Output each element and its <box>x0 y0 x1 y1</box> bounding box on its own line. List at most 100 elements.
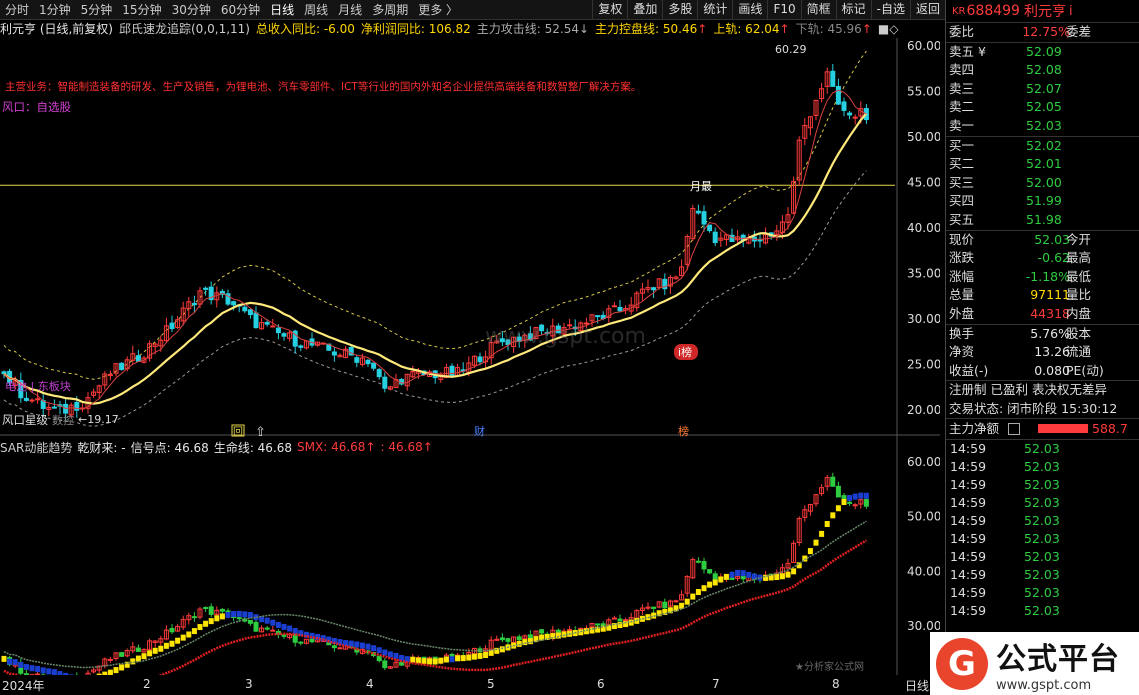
sar-block <box>158 645 164 652</box>
infobar-tail-icons[interactable]: ■◇ <box>878 22 899 36</box>
event-hui[interactable]: 回 <box>233 426 243 438</box>
tick-price: 52.03 <box>1024 585 1060 601</box>
toolbar-button-8[interactable]: -自选 <box>870 0 910 19</box>
stat2-value: 5.76% <box>1030 325 1070 341</box>
bids-row-2[interactable]: 买三 52.00 <box>946 174 1139 193</box>
sar-block <box>203 620 209 627</box>
toolbar-button-1[interactable]: 叠加 <box>627 0 662 19</box>
tick-row-5: 14:59 52.03 <box>946 530 1139 548</box>
candle-body <box>298 345 304 348</box>
candle-body <box>449 365 455 377</box>
period-tab-6[interactable]: 日线 <box>268 1 296 18</box>
list-icon[interactable] <box>1008 423 1020 436</box>
lower-candle-body <box>595 623 601 626</box>
toolbar-button-3[interactable]: 统计 <box>697 0 732 19</box>
lower-axis-label: 50.00 <box>907 510 940 524</box>
gspt-logo: G 公式平台 www.gspt.com <box>930 632 1139 695</box>
sar-block <box>807 548 813 555</box>
stat2-label-2: 流通 <box>1066 344 1092 360</box>
sar-name[interactable]: SAR动能趋势 <box>0 439 72 456</box>
period-tab-4[interactable]: 30分钟 <box>170 1 213 18</box>
stat2-row-2: 收益(-) 0.080 PE(动) <box>946 362 1139 381</box>
asks-row-4[interactable]: 卖一 52.03 <box>946 117 1139 136</box>
indicator-name[interactable]: 邱氏速龙追踪(0,0,1,11) <box>119 20 250 37</box>
tick-price: 52.03 <box>1024 441 1060 457</box>
period-tab-9[interactable]: 多周期 <box>370 1 410 18</box>
profit-yoy: 净利润同比: 106.82 <box>360 22 471 36</box>
toolbar-button-2[interactable]: 多股 <box>662 0 697 19</box>
bids-row-0[interactable]: 买一 52.02 <box>946 137 1139 156</box>
lower-candle-body <box>863 499 869 507</box>
asks-row-2[interactable]: 卖三 52.07 <box>946 80 1139 99</box>
upper-axis-label: 40.00 <box>907 221 940 235</box>
dragon-tag[interactable]: i榜 <box>678 345 692 359</box>
upper-axis-label: 50.00 <box>907 130 940 144</box>
period-tab-5[interactable]: 60分钟 <box>219 1 262 18</box>
upper-arrow: ↑ <box>779 21 790 36</box>
stat-row-0: 现价 52.03 今开 <box>946 231 1139 250</box>
month-tag: 月最 <box>690 180 712 193</box>
stock-title[interactable]: 利元亨 (日线,前复权) <box>0 20 113 37</box>
tick-row-4: 14:59 52.03 <box>946 512 1139 530</box>
bids-row-1[interactable]: 买二 52.01 <box>946 155 1139 174</box>
candle-body <box>107 374 113 377</box>
event-bang[interactable]: 榜 <box>678 424 689 438</box>
sar-block <box>12 659 18 666</box>
info-icon[interactable]: i <box>1069 4 1073 19</box>
sar-block <box>438 657 444 664</box>
candle-body <box>275 327 281 334</box>
lower-candle-body <box>847 501 853 504</box>
lower-candle-body <box>505 638 511 642</box>
toolbar-button-9[interactable]: 返回 <box>909 0 945 19</box>
sar-block <box>7 658 13 665</box>
upper-axis-label: 20.00 <box>907 403 940 417</box>
fengkou-text: 风口：自选股 <box>2 100 71 114</box>
asks-row-0[interactable]: 卖五 ¥ 52.09 <box>946 43 1139 62</box>
candle-body <box>852 116 858 119</box>
toolbar-button-0[interactable]: 复权 <box>592 0 627 19</box>
toolbar-button-5[interactable]: F10 <box>767 0 800 19</box>
bids-price: 52.02 <box>1026 137 1062 153</box>
tick-row-2: 14:59 52.03 <box>946 476 1139 494</box>
stat-row-2: 涨幅 -1.18% 最低 <box>946 268 1139 287</box>
lower-candle-body <box>527 634 533 640</box>
sar-block <box>858 492 864 499</box>
sar-block <box>449 656 455 663</box>
sar-block <box>684 598 690 605</box>
high-price-label: 60.29 <box>775 43 807 56</box>
asks-price: 52.09 <box>1026 43 1062 59</box>
kline-chart[interactable]: 60.00 55.00 50.00 45.00 40.00 35.00 30.00 25.00… <box>0 38 940 675</box>
bids-row-3[interactable]: 买四 51.99 <box>946 192 1139 211</box>
main-net-row[interactable]: 主力净额 588.7 <box>946 419 1139 439</box>
event-cai[interactable]: 财 <box>474 424 485 438</box>
sar-block <box>813 539 819 546</box>
low-price-label: ←19.17 <box>78 413 119 426</box>
extra-value: : 46.68 <box>380 440 423 454</box>
period-tab-1[interactable]: 1分钟 <box>37 1 73 18</box>
toolbar-button-4[interactable]: 画线 <box>732 0 767 19</box>
asks-row-3[interactable]: 卖二 52.05 <box>946 98 1139 117</box>
toolbar-button-6[interactable]: 简框 <box>800 0 836 19</box>
lower-candle-body <box>516 636 522 640</box>
candle-body <box>477 356 483 363</box>
upper-axis-label: 35.00 <box>907 267 940 281</box>
period-toolbar: 分时 1分钟 5分钟 15分钟 30分钟 60分钟 日线 周线 月线 多周期 更多 〉 复权 叠加 多股统… <box>0 0 945 20</box>
period-tab-8[interactable]: 月线 <box>336 1 364 18</box>
sar-block <box>242 611 248 618</box>
bids-row-4[interactable]: 买五 51.98 <box>946 211 1139 230</box>
asks-row-1[interactable]: 卖四 52.08 <box>946 61 1139 80</box>
lower-candle-body <box>253 621 259 632</box>
period-tab-0[interactable]: 分时 <box>3 1 31 18</box>
period-tab-7[interactable]: 周线 <box>302 1 330 18</box>
period-tab-3[interactable]: 15分钟 <box>120 1 163 18</box>
sar-block <box>169 640 175 647</box>
period-tab-10[interactable]: 更多 〉 <box>416 1 460 18</box>
tick-time: 14:59 <box>950 495 987 511</box>
sar-block <box>785 571 791 578</box>
stat2-row-0: 换手 5.76% 股本 <box>946 325 1139 344</box>
period-tab-2[interactable]: 5分钟 <box>79 1 115 18</box>
toolbar-button-7[interactable]: 标记 <box>835 0 871 19</box>
indicator-infobar: 利元亨 (日线,前复权) 邱氏速龙追踪(0,0,1,11) 总收入同比: -6.… <box>0 20 945 37</box>
sar-block <box>847 495 853 502</box>
sar-block <box>119 664 125 671</box>
